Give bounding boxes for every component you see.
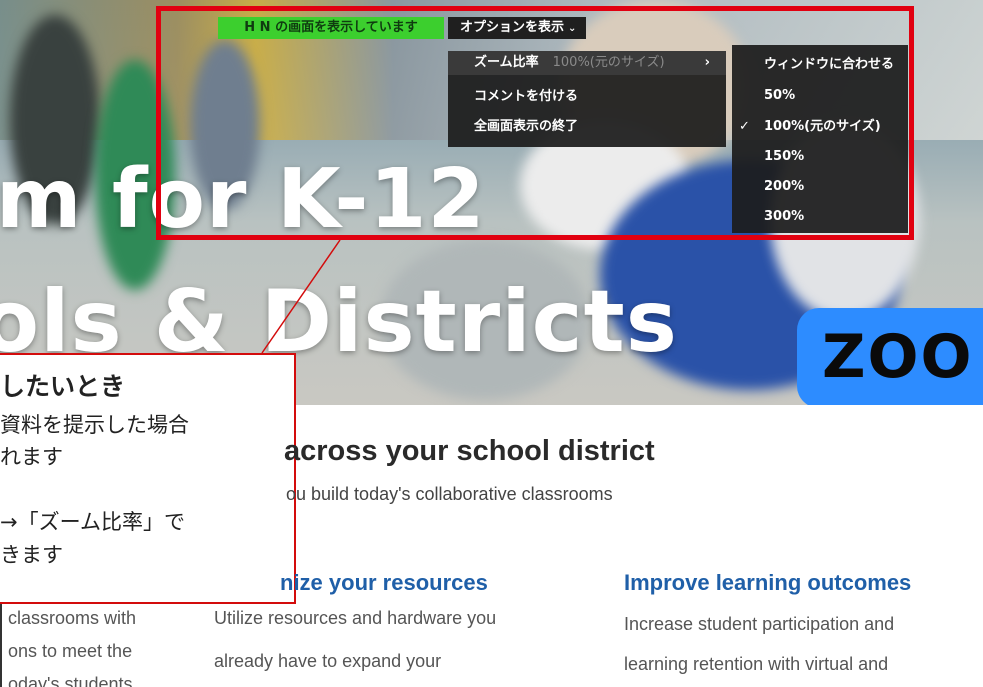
callout-text-line: 資料を提示した場合: [0, 413, 189, 437]
feature-text-line: already have to expand your: [214, 651, 442, 671]
annotation-callout-box: したいとき 資料を提示した場合 れます →「ズーム比率」で きます: [0, 353, 296, 604]
feature-title-learning-outcomes: Improve learning outcomes: [624, 570, 912, 595]
feature-text-line: ons to meet the: [8, 641, 133, 661]
feature-text-line: classrooms with: [8, 608, 137, 628]
callout-text-line: →「ズーム比率」で: [0, 510, 185, 534]
callout-title: したいとき: [0, 372, 126, 401]
feature-column-left: classrooms with ons to meet the oday's s…: [0, 604, 202, 687]
feature-text-line: Utilize resources and hardware you: [214, 608, 497, 628]
feature-title-resources: nize your resources: [280, 570, 488, 595]
callout-text-line: れます: [0, 445, 63, 469]
feature-text-line: Increase student participation and: [624, 614, 895, 634]
section-title: across your school district: [284, 435, 655, 467]
section-subtitle: ou build today's collaborative classroom…: [286, 484, 613, 504]
feature-text-line: oday's students: [8, 674, 133, 687]
callout-text-line: きます: [0, 543, 63, 567]
feature-text-line: learning retention with virtual and: [624, 654, 889, 674]
